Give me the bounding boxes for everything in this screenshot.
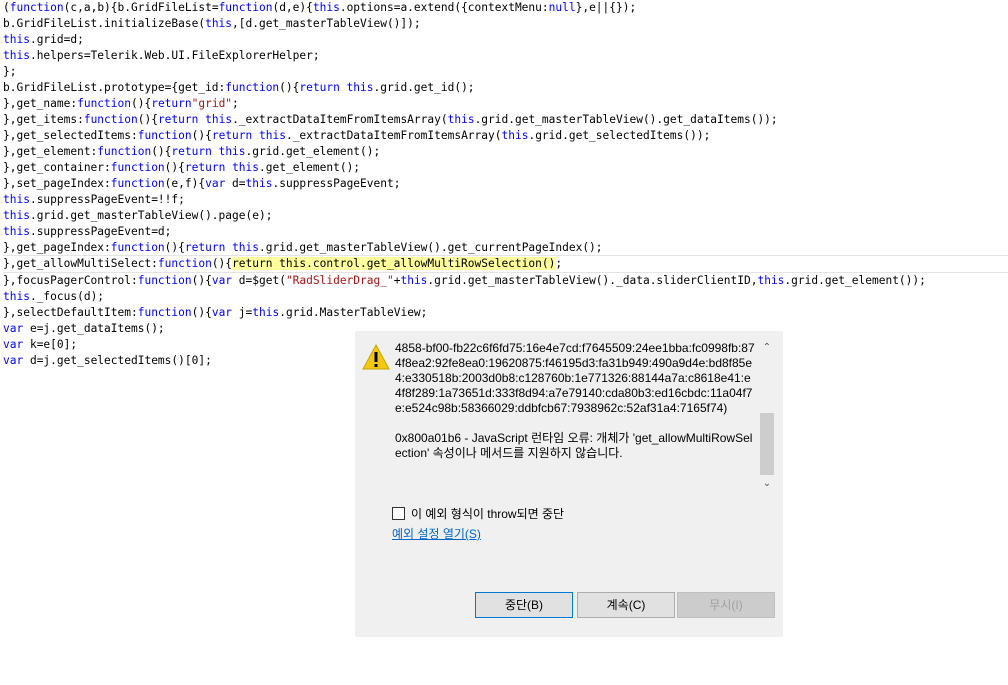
break-button[interactable]: 중단(B) xyxy=(475,592,573,618)
code-line[interactable]: (function(c,a,b){b.GridFileList=function… xyxy=(3,0,1008,16)
error-code: 4858-bf00-fb22c6f6fd75:16e4e7cd:f7645509… xyxy=(395,341,755,415)
code-line[interactable]: },set_pageIndex:function(e,f){var d=this… xyxy=(3,176,1008,192)
error-text: 0x800a01b6 - JavaScript 런타임 오류: 개체가 'get… xyxy=(395,431,753,460)
code-line[interactable]: },focusPagerControl:function(){var d=$ge… xyxy=(3,273,1008,289)
code-line[interactable]: },selectDefaultItem:function(){var j=thi… xyxy=(3,305,1008,321)
code-line[interactable]: },get_selectedItems:function(){return th… xyxy=(3,128,1008,144)
code-line-current[interactable]: },get_allowMultiSelect:function(){return… xyxy=(3,255,1008,273)
code-line[interactable]: this.grid.get_masterTableView().page(e); xyxy=(3,208,1008,224)
ignore-button[interactable]: 무시(I) xyxy=(677,592,775,618)
code-line[interactable]: this.suppressPageEvent=d; xyxy=(3,224,1008,240)
exception-message: 4858-bf00-fb22c6f6fd75:16e4e7cd:f7645509… xyxy=(395,341,755,461)
code-line[interactable]: this._focus(d); xyxy=(3,289,1008,305)
code-line[interactable]: },get_pageIndex:function(){return this.g… xyxy=(3,240,1008,256)
current-statement-highlight: return this.control.get_allowMultiRowSel… xyxy=(232,257,556,270)
warning-icon xyxy=(362,343,390,370)
code-line[interactable]: b.GridFileList.initializeBase(this,[d.ge… xyxy=(3,16,1008,32)
code-line[interactable]: this.suppressPageEvent=!!f; xyxy=(3,192,1008,208)
code-line[interactable]: this.helpers=Telerik.Web.UI.FileExplorer… xyxy=(3,48,1008,64)
exception-dialog: 4858-bf00-fb22c6f6fd75:16e4e7cd:f7645509… xyxy=(355,331,783,637)
code-editor[interactable]: (function(c,a,b){b.GridFileList=function… xyxy=(3,0,1008,369)
scroll-up-icon[interactable]: ⌃ xyxy=(760,341,774,355)
code-line[interactable]: },get_container:function(){return this.g… xyxy=(3,160,1008,176)
break-on-exception-checkbox[interactable]: 이 예외 형식이 throw되면 중단 xyxy=(392,505,564,522)
code-line[interactable]: b.GridFileList.prototype={get_id:functio… xyxy=(3,80,1008,96)
code-line[interactable]: this.grid=d; xyxy=(3,32,1008,48)
open-exception-settings-link[interactable]: 예외 설정 열기(S) xyxy=(392,525,481,542)
code-line[interactable]: },get_element:function(){return this.gri… xyxy=(3,144,1008,160)
checkbox-label: 이 예외 형식이 throw되면 중단 xyxy=(411,507,565,521)
scroll-down-icon[interactable]: ⌄ xyxy=(760,477,774,491)
message-scrollbar[interactable]: ⌃ ⌄ xyxy=(760,341,774,491)
continue-button[interactable]: 계속(C) xyxy=(577,592,675,618)
scroll-thumb[interactable] xyxy=(760,413,774,475)
code-line[interactable]: }; xyxy=(3,64,1008,80)
checkbox-box[interactable] xyxy=(392,507,405,520)
code-line[interactable]: },get_items:function(){return this._extr… xyxy=(3,112,1008,128)
code-line[interactable]: },get_name:function(){return"grid"; xyxy=(3,96,1008,112)
